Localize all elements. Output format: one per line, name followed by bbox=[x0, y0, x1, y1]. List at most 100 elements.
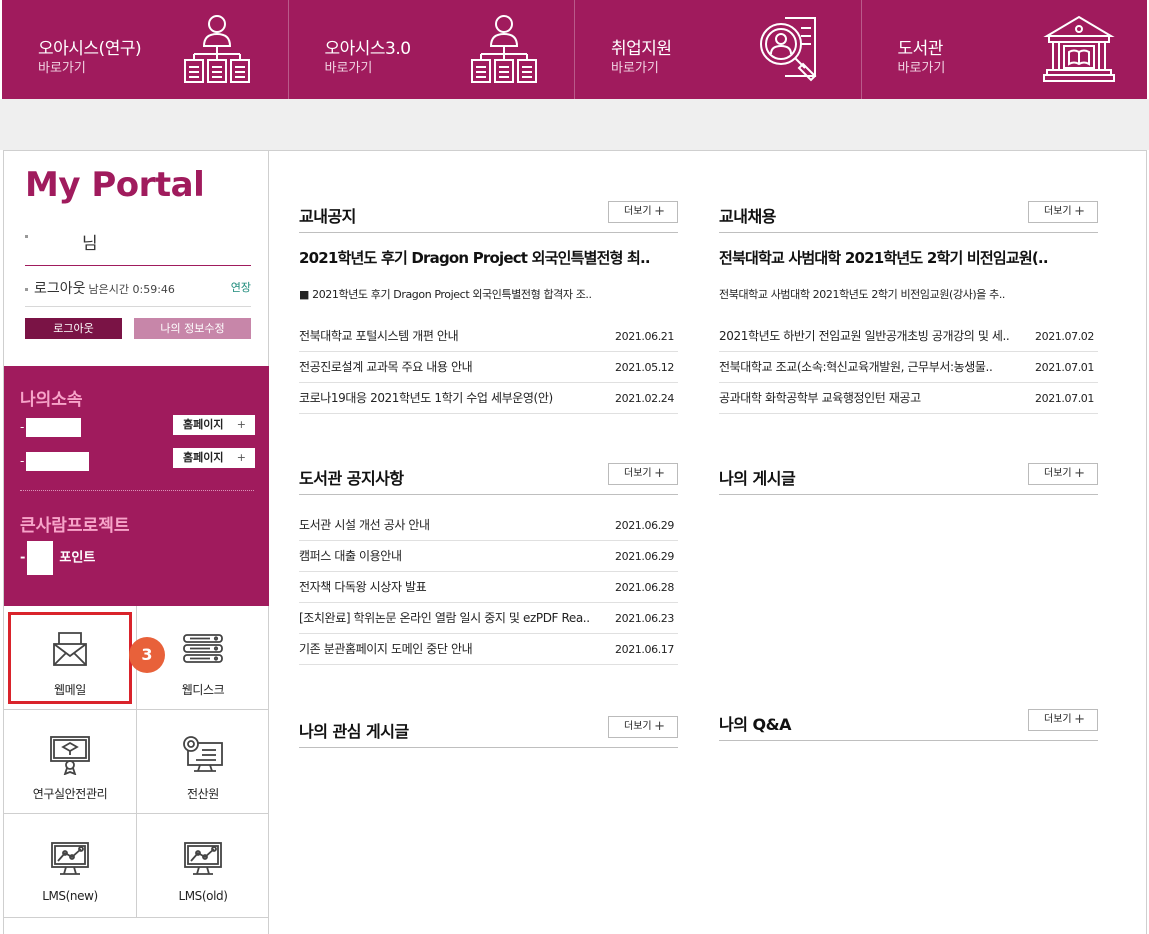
notice-list: 전북대학교 포털시스템 개편 안내 2021.06.21 전공진로설계 교과목 주… bbox=[299, 321, 678, 414]
server-stack-icon bbox=[183, 634, 223, 663]
gray-strip bbox=[0, 99, 1149, 150]
divider bbox=[25, 265, 251, 266]
list-item[interactable]: 도서관 시설 개선 공사 안내 2021.06.29 bbox=[299, 510, 678, 541]
more-button[interactable]: 더보기 + bbox=[608, 716, 678, 738]
chart-monitor-icon bbox=[51, 842, 89, 875]
list-item[interactable]: 전북대학교 조교(소속:혁신교육개발원, 근무부서:농생물.. 2021.07.0… bbox=[719, 352, 1098, 383]
lab-safety-shortcut[interactable]: 연구실안전관리 bbox=[4, 710, 137, 814]
block-title: 나의 Q&A bbox=[719, 715, 791, 734]
divider bbox=[25, 306, 251, 307]
block-title: 교내공지 bbox=[299, 207, 356, 226]
shortcut-subtitle: 바로가기 bbox=[38, 61, 86, 76]
affiliation-row: - bbox=[20, 452, 90, 471]
step-badge: 3 bbox=[129, 637, 165, 673]
plus-icon: + bbox=[1074, 712, 1085, 727]
session-row: 로그아웃 남은시간 0:59:46 연장 bbox=[25, 278, 251, 298]
plus-icon: + bbox=[654, 466, 665, 481]
divider bbox=[719, 494, 1098, 495]
list-item[interactable]: 공과대학 화학공학부 교육행정인턴 재공고 2021.07.01 bbox=[719, 383, 1098, 414]
item-date: 2021.07.01 bbox=[1035, 361, 1094, 374]
item-date: 2021.06.23 bbox=[615, 612, 674, 625]
page-title: My Portal bbox=[25, 165, 205, 205]
featured-headline[interactable]: 전북대학교 사범대학 2021학년도 2학기 비전임교원(.. bbox=[719, 247, 1049, 268]
list-item[interactable]: 전북대학교 포털시스템 개편 안내 2021.06.21 bbox=[299, 321, 678, 352]
extend-session-link[interactable]: 연장 bbox=[231, 279, 251, 295]
more-button[interactable]: 더보기 + bbox=[1028, 709, 1098, 731]
affiliation-row: - bbox=[20, 418, 82, 437]
highlight-frame bbox=[8, 612, 132, 704]
plus-icon: + bbox=[1074, 466, 1085, 481]
library-list: 도서관 시설 개선 공사 안내 2021.06.29 캠퍼스 대출 이용안내 202… bbox=[299, 510, 678, 665]
lms-new-shortcut[interactable]: LMS(new) bbox=[4, 814, 137, 918]
more-button[interactable]: 더보기 + bbox=[608, 463, 678, 485]
divider bbox=[719, 232, 1098, 233]
list-item[interactable]: 전공진로설계 교과목 주요 내용 안내 2021.05.12 bbox=[299, 352, 678, 383]
shortcut-job-support[interactable]: 취업지원 바로가기 bbox=[575, 0, 862, 99]
user-name-suffix: 님 bbox=[82, 234, 98, 254]
featured-headline[interactable]: 2021학년도 후기 Dragon Project 외국인특별전형 최.. bbox=[299, 247, 651, 268]
shortcut-label: 전산원 bbox=[187, 787, 219, 801]
shortcut-subtitle: 바로가기 bbox=[897, 61, 946, 76]
library-icon bbox=[1042, 15, 1115, 82]
more-button[interactable]: 더보기 + bbox=[608, 201, 678, 223]
divider bbox=[719, 740, 1098, 741]
divider bbox=[299, 232, 678, 233]
featured-summary: 전북대학교 사범대학 2021학년도 2학기 비전임교원(강사)을 추.. bbox=[719, 288, 1006, 301]
list-item[interactable]: 기존 분관홈페이지 도메인 중단 안내 2021.06.17 bbox=[299, 634, 678, 665]
points-label: 포인트 bbox=[59, 550, 96, 566]
plus-icon: + bbox=[654, 204, 665, 219]
list-item[interactable]: 코로나19대응 2021학년도 1학기 수업 세부운영(안) 2021.02.24 bbox=[299, 383, 678, 414]
bullet bbox=[25, 235, 28, 238]
homepage-label: 홈페이지 bbox=[183, 451, 224, 464]
block-title: 교내채용 bbox=[719, 207, 776, 226]
left-portal-panel: My Portal 님 로그아웃 남은시간 0:59:46 연장 로그아웃 나의 … bbox=[3, 150, 270, 934]
job-search-icon bbox=[760, 17, 817, 82]
shortcut-label: 웹디스크 bbox=[181, 683, 225, 697]
gear-monitor-icon bbox=[183, 736, 223, 772]
plus-icon: + bbox=[236, 451, 246, 464]
certificate-monitor-icon bbox=[50, 736, 90, 775]
list-item[interactable]: 캠퍼스 대출 이용안내 2021.06.29 bbox=[299, 541, 678, 572]
plus-icon: + bbox=[654, 719, 665, 734]
more-label: 더보기 bbox=[624, 721, 652, 732]
hiring-list: 2021학년도 하반기 전임교원 일반공개초빙 공개강의 및 세.. 2021.0… bbox=[719, 321, 1098, 414]
shortcut-subtitle: 바로가기 bbox=[324, 61, 373, 76]
homepage-button[interactable]: 홈페이지 + bbox=[173, 415, 255, 435]
logout-label: 로그아웃 bbox=[34, 281, 86, 297]
lms-old-shortcut[interactable]: LMS(old) bbox=[137, 814, 270, 918]
top-shortcut-bar: 오아시스(연구) 바로가기 오아시스3.0 바로가기 취업지원 바로가기 도서관… bbox=[2, 0, 1147, 99]
logout-button[interactable]: 로그아웃 bbox=[25, 318, 122, 339]
item-date: 2021.02.24 bbox=[615, 392, 674, 405]
redacted-box bbox=[27, 541, 54, 575]
plus-icon: + bbox=[236, 418, 246, 431]
list-item[interactable]: 2021학년도 하반기 전임교원 일반공개초빙 공개강의 및 세.. 2021.0… bbox=[719, 321, 1098, 352]
affiliation-title: 나의소속 bbox=[20, 390, 83, 410]
item-date: 2021.05.12 bbox=[615, 361, 674, 374]
org-chart-icon bbox=[184, 15, 250, 83]
edit-profile-button[interactable]: 나의 정보수정 bbox=[134, 318, 251, 339]
item-date: 2021.06.29 bbox=[615, 519, 674, 532]
shortcut-oasis-research[interactable]: 오아시스(연구) 바로가기 bbox=[2, 0, 289, 99]
featured-summary: ■ 2021학년도 후기 Dragon Project 외국인특별전형 합격자 … bbox=[299, 288, 592, 301]
remaining-time: 남은시간 0:59:46 bbox=[88, 283, 175, 296]
list-item[interactable]: [조치완료] 학위논문 온라인 열람 일시 중지 및 ezPDF Rea.. 20… bbox=[299, 603, 678, 634]
more-label: 더보기 bbox=[1044, 206, 1072, 217]
item-date: 2021.07.02 bbox=[1035, 330, 1094, 343]
item-date: 2021.06.17 bbox=[615, 643, 674, 656]
plus-icon: + bbox=[1074, 204, 1085, 219]
affiliation-section: 나의소속 - 홈페이지 + - 홈페이지 + 큰사람프로젝트 - 포인트 bbox=[4, 366, 269, 606]
block-title: 도서관 공지사항 bbox=[299, 469, 404, 488]
more-button[interactable]: 더보기 + bbox=[1028, 463, 1098, 485]
dotted-divider bbox=[20, 490, 254, 491]
more-button[interactable]: 더보기 + bbox=[1028, 201, 1098, 223]
shortcut-oasis3[interactable]: 오아시스3.0 바로가기 bbox=[289, 0, 575, 99]
homepage-button[interactable]: 홈페이지 + bbox=[173, 448, 255, 468]
more-label: 더보기 bbox=[1044, 468, 1072, 479]
item-date: 2021.06.28 bbox=[615, 581, 674, 594]
chart-monitor-icon bbox=[184, 842, 222, 875]
list-item[interactable]: 전자책 다독왕 시상자 발표 2021.06.28 bbox=[299, 572, 678, 603]
points-row: - 포인트 bbox=[20, 541, 95, 575]
computing-center-shortcut[interactable]: 전산원 bbox=[137, 710, 270, 814]
more-label: 더보기 bbox=[624, 468, 652, 479]
shortcut-library[interactable]: 도서관 바로가기 bbox=[862, 0, 1148, 99]
